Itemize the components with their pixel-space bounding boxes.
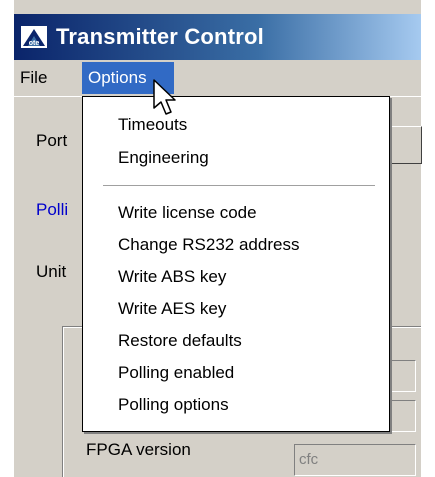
right-margin [421,0,435,477]
menu-item-write-license-code[interactable]: Write license code [118,203,257,223]
port-label: Port [36,131,68,150]
svg-text:ote: ote [29,40,40,47]
menu-item-restore-defaults[interactable]: Restore defaults [118,331,242,351]
unit-label: Unit [36,262,67,281]
left-margin [0,0,14,477]
fpga-version-label: FPGA version [86,440,191,459]
options-dropdown-menu: Timeouts Engineering Write license code … [82,96,390,432]
menu-item-write-abs-key[interactable]: Write ABS key [118,267,226,287]
menu-separator [103,185,375,187]
polling-label: Polli [36,200,69,219]
menu-item-change-rs232-address[interactable]: Change RS232 address [118,235,299,255]
fpga-version-field: cfc [294,444,416,476]
window-title: Transmitter Control [56,24,264,49]
transmitter-control-window: ote Transmitter Control File Options Por… [0,0,435,477]
mouse-pointer-icon [153,79,176,115]
menu-item-polling-options[interactable]: Polling options [118,395,229,415]
menu-file[interactable]: File [14,62,53,94]
menu-item-polling-enabled[interactable]: Polling enabled [118,363,234,383]
title-bar[interactable]: ote Transmitter Control [14,14,421,60]
menu-item-write-aes-key[interactable]: Write AES key [118,299,226,319]
app-logo-icon: ote [20,25,48,49]
menu-bar: File Options [14,60,421,97]
menu-item-engineering[interactable]: Engineering [118,148,209,168]
